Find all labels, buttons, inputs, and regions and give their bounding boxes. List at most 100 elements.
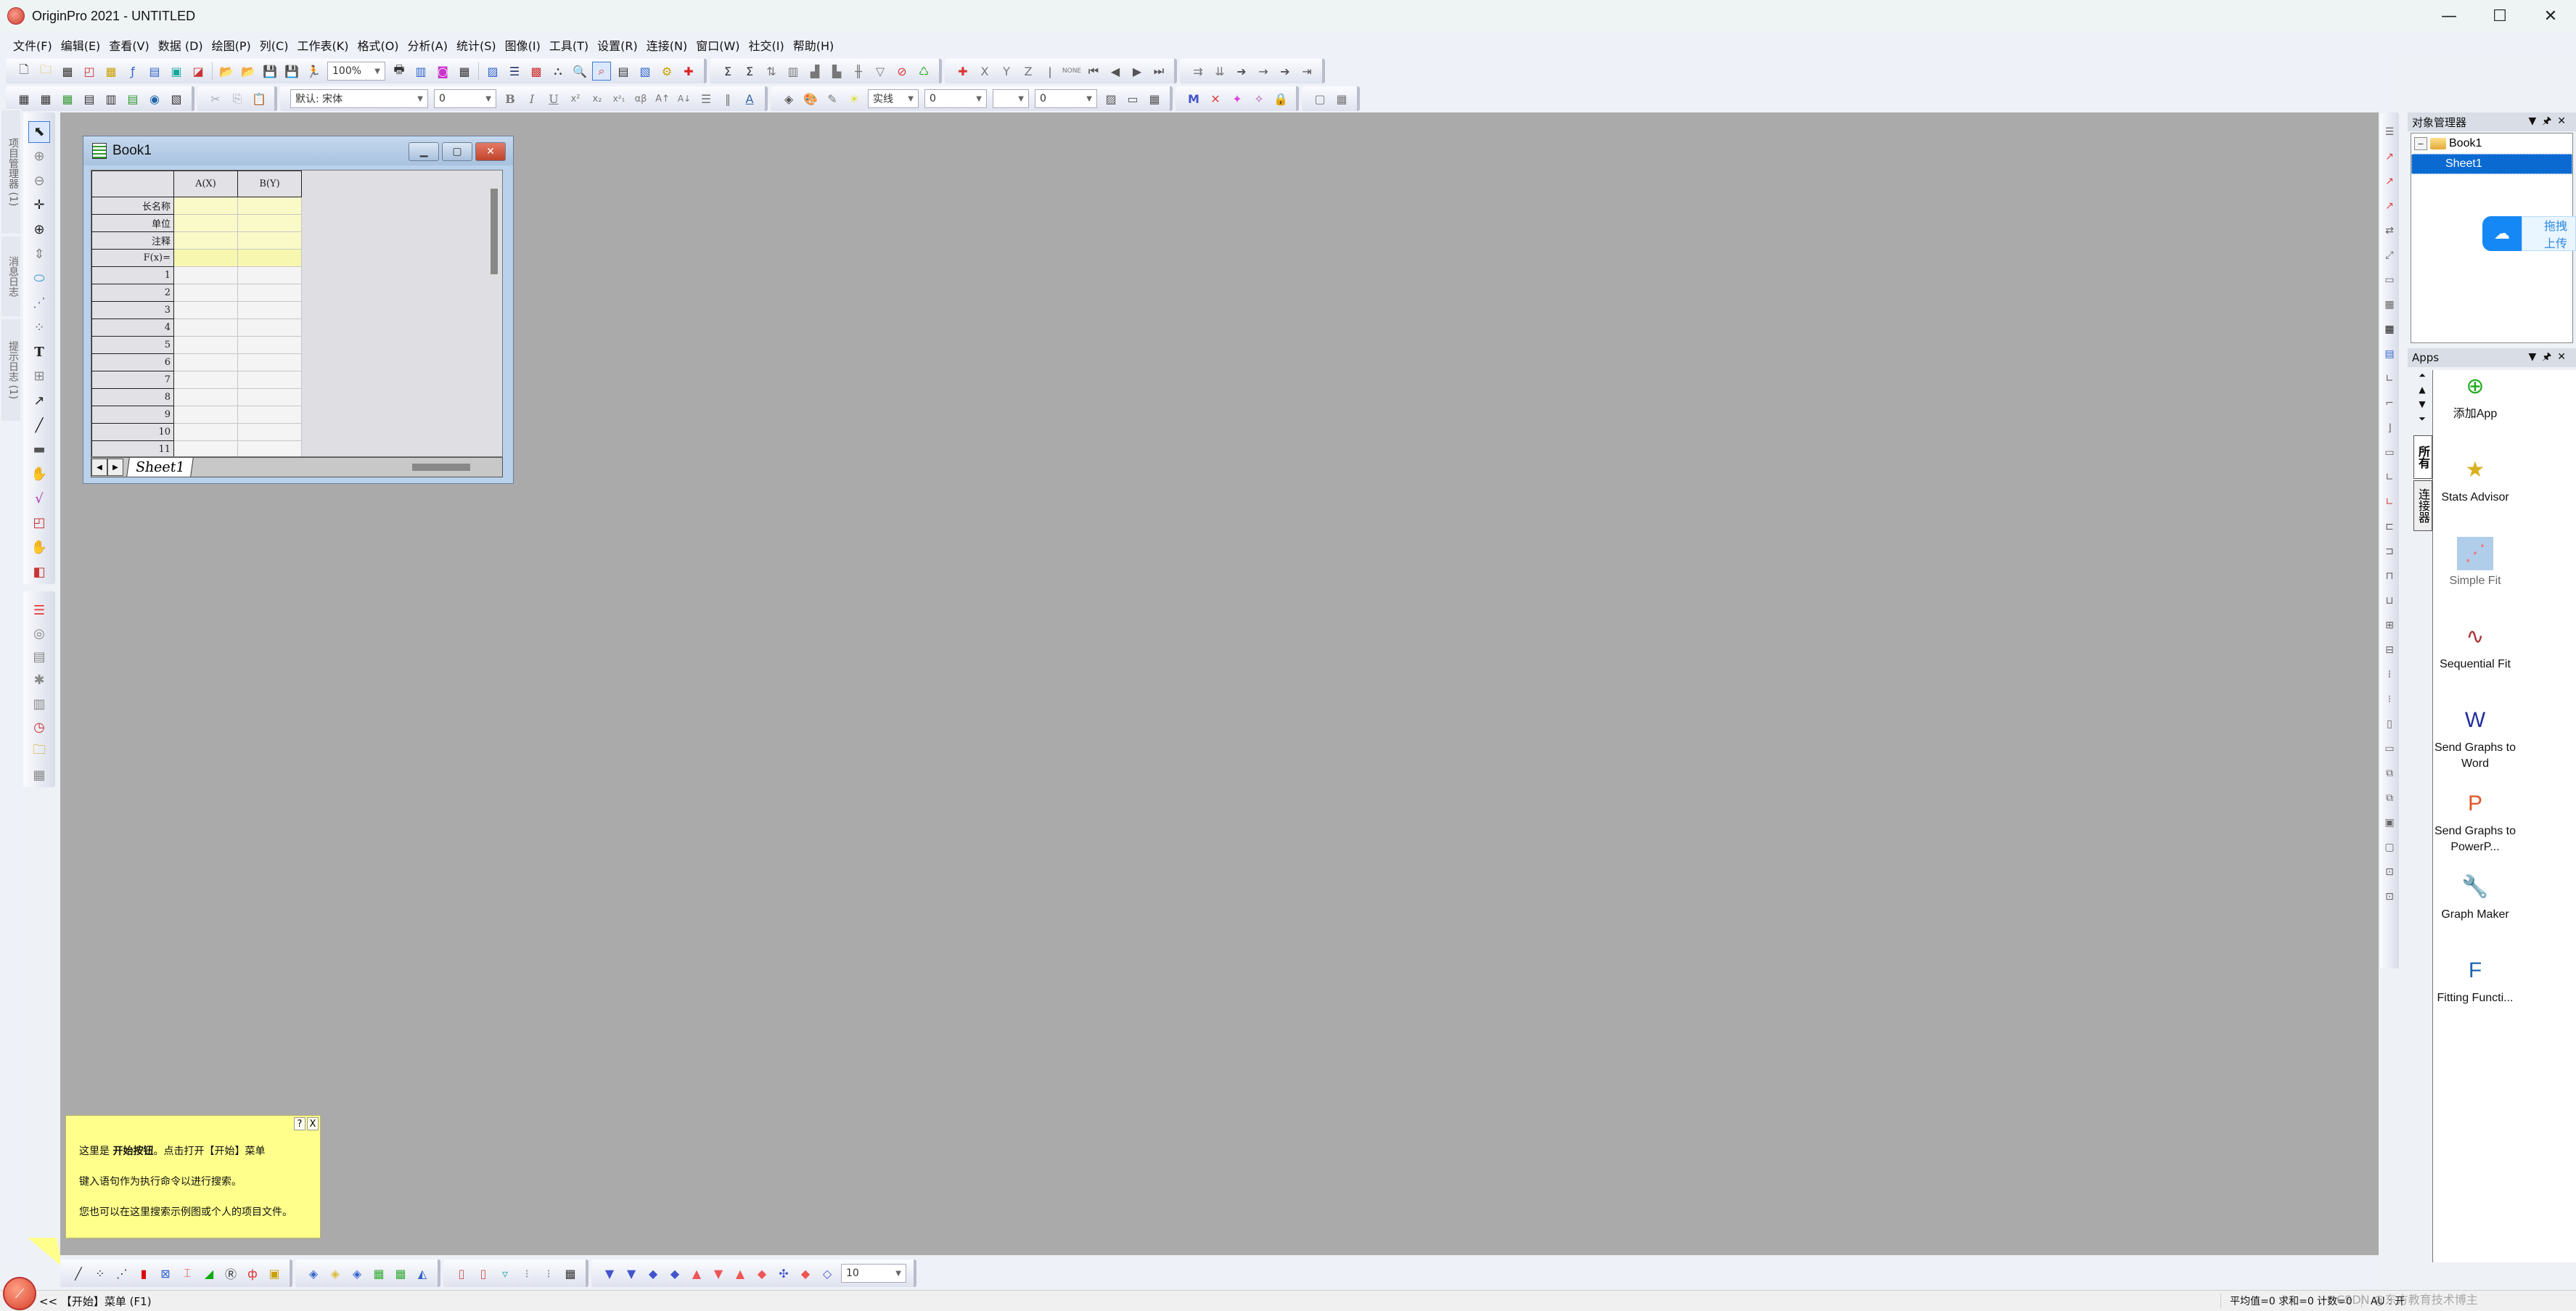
menu-data[interactable]: 数据 (D) [158,36,203,54]
statistics-rows-icon[interactable]: Σ [740,62,759,81]
3d-surface-icon[interactable]: ◈ [304,1264,323,1283]
superscript-button[interactable]: x² [566,89,585,108]
menu-file[interactable]: 文件(F) [13,36,52,54]
results-log-icon[interactable]: ☰ [505,62,524,81]
menu-image[interactable]: 图像(I) [505,36,541,54]
cell[interactable] [237,371,302,389]
area-plot-icon[interactable]: ◢ [200,1264,218,1283]
layer-4-icon[interactable]: ◆ [665,1264,684,1283]
pointer-tool-icon[interactable]: ⬉ [28,121,50,143]
hand-tool-icon[interactable]: ✋ [28,464,50,485]
xy-axis-icon[interactable]: ↗ [2382,147,2397,167]
copy-icon[interactable]: ⎘ [228,89,247,108]
tree-item-sheet1[interactable]: Sheet1 [2411,154,2572,174]
statistics-columns-icon[interactable]: Σ [718,62,737,81]
cell[interactable] [173,406,238,424]
menu-window[interactable]: 窗口(W) [696,36,739,54]
menu-edit[interactable]: 编辑(E) [61,36,101,54]
export-ppt-icon[interactable]: ▥ [411,62,430,81]
box-chart-icon[interactable]: ⌶ [178,1264,197,1283]
group-icon[interactable]: ▣ [2382,813,2397,833]
bold-button[interactable]: B [501,89,520,108]
add-window-icon[interactable]: ▢ [1310,89,1329,108]
column-legend-icon[interactable]: ▤ [28,647,50,667]
line-plot-icon[interactable]: ╱ [69,1264,88,1283]
cell[interactable] [237,301,302,319]
insert-graph-icon[interactable]: ◰ [28,512,50,534]
import-ascii-icon[interactable]: ▦ [36,89,55,108]
align-top-icon[interactable]: ⊓ [2382,566,2397,586]
app-graph-maker[interactable]: 🔧 Graph Maker [2433,871,2517,923]
hide-mask-icon[interactable]: ▦ [561,1264,580,1283]
move-left-icon[interactable]: ◀ [1106,62,1125,81]
new-notes-icon[interactable]: ▣ [167,62,186,81]
align-center-h-icon[interactable]: ⊞ [2382,615,2397,636]
layer-6-icon[interactable]: ▼ [709,1264,728,1283]
align-center-v-icon[interactable]: ⊟ [2382,640,2397,660]
multi-panel-icon[interactable]: ⊠ [156,1264,175,1283]
link-icon[interactable]: ⊡ [2382,862,2397,882]
align-right-icon[interactable]: ⊐ [2382,541,2397,562]
distribute-icon[interactable]: ✦ [1228,89,1247,108]
data-reader-icon[interactable]: ✛ [28,194,50,216]
cell[interactable] [237,353,302,371]
layout-1-icon[interactable]: ▭ [2382,270,2397,290]
apps-tab-all[interactable]: 所有 [2413,435,2432,479]
sheet-tab-sheet1[interactable]: Sheet1 [126,458,194,477]
cell[interactable] [173,423,238,441]
align-icon[interactable]: ☰ [697,89,715,108]
menu-format[interactable]: 格式(O) [357,36,398,54]
vertical-scrollbar[interactable] [491,189,498,274]
tab-message-log[interactable]: 消息日志 [1,237,20,316]
workbook-restore-button[interactable]: ▢ [442,142,472,161]
menu-preferences[interactable]: 设置(R) [597,36,638,54]
import-single-icon[interactable]: ▤ [80,89,99,108]
sheet-prev-button[interactable]: ◀ [91,459,107,476]
sheet-browser-icon[interactable]: ▤ [614,62,633,81]
stock-chart-icon[interactable]: ф [243,1264,262,1283]
tree-item-book1[interactable]: − Book1 [2411,133,2572,154]
layer-align-icon[interactable]: ☰ [2382,122,2397,142]
panel-controls[interactable]: ▼🖈✕ [2529,113,2572,131]
tooltip-close-button[interactable]: X [307,1117,319,1130]
increase-font-button[interactable]: A↑ [653,89,672,108]
app-send-to-word[interactable]: W Send Graphs to Word [2433,704,2517,772]
bottom-size-combo[interactable]: 10 ▼ [841,1264,906,1283]
color-map-icon[interactable]: ☰ [28,600,50,620]
screen-reader-icon[interactable]: ⊕ [28,219,50,241]
cell[interactable] [237,249,302,267]
align-bottom-icon[interactable]: ⊔ [2382,591,2397,611]
workbook-title-bar[interactable]: Book1 ▁ ▢ ✕ [83,136,513,165]
layer-3-icon[interactable]: ◆ [644,1264,663,1283]
greek-button[interactable]: αβ [631,89,650,108]
add-table-icon[interactable]: ▦ [1332,89,1351,108]
polar-plot-icon[interactable]: Ⓡ [221,1264,240,1283]
row-number[interactable]: 2 [91,284,174,302]
menu-plot[interactable]: 绘图(P) [212,36,251,54]
save-icon[interactable]: 💾 [261,62,279,81]
cell[interactable] [173,301,238,319]
swap-icon[interactable]: ⇉ [1189,62,1207,81]
table-tool-icon[interactable]: ▥ [28,694,50,714]
row-number[interactable]: 1 [91,266,174,284]
clear-filter-icon[interactable]: ⊘ [893,62,911,81]
border-icon[interactable]: ▭ [1123,89,1142,108]
graph-browser-icon[interactable]: ⌕ [592,62,611,81]
row-number[interactable]: 8 [91,388,174,406]
palette-icon[interactable]: 🎨 [801,89,820,108]
menu-tools[interactable]: 工具(T) [549,36,588,54]
move-first-icon[interactable]: ⏮ [1084,62,1103,81]
cell[interactable] [237,266,302,284]
data-filter-icon[interactable]: ▩ [527,62,546,81]
app-simple-fit[interactable]: ⋰ Simple Fit [2433,537,2517,589]
minimize-button[interactable]: — [2424,0,2474,32]
layer-11-icon[interactable]: ◇ [818,1264,837,1283]
unmerge-icon[interactable]: ✕ [1206,89,1225,108]
import-clipboard-icon[interactable]: ▧ [167,89,186,108]
cell[interactable] [237,214,302,232]
layer-10-icon[interactable]: ◆ [796,1264,815,1283]
apps-tab-connectors[interactable]: 连接器 [2413,480,2432,531]
cell[interactable] [173,249,238,267]
maximize-button[interactable]: ☐ [2474,0,2525,32]
close-button[interactable]: ✕ [2525,0,2576,32]
